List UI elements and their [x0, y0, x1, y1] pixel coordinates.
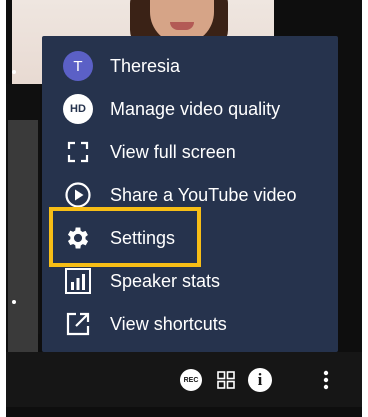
- menu-item-label: Speaker stats: [110, 271, 221, 291]
- filmstrip-edge: [8, 70, 38, 360]
- fullscreen-icon: [62, 136, 94, 168]
- menu-item-view-full-screen[interactable]: View full screen: [42, 130, 338, 173]
- external-link-icon: [62, 308, 94, 340]
- hd-icon: HD: [62, 93, 94, 125]
- more-options-button[interactable]: [314, 368, 338, 392]
- hd-badge: HD: [63, 94, 93, 124]
- tile-view-button[interactable]: [214, 368, 238, 392]
- settings-highlight-box: [49, 207, 201, 267]
- menu-item-label: Share a YouTube video: [110, 185, 297, 205]
- strip-dot: [12, 70, 16, 74]
- menu-item-participant[interactable]: T Theresia: [42, 44, 338, 87]
- menu-item-label: View full screen: [110, 142, 236, 162]
- record-button[interactable]: REC: [179, 368, 203, 392]
- menu-item-label: Manage video quality: [110, 99, 281, 119]
- grid-icon: [217, 371, 235, 389]
- record-icon: REC: [180, 369, 202, 391]
- menu-item-view-shortcuts[interactable]: View shortcuts: [42, 302, 338, 345]
- menu-item-label: Theresia: [110, 56, 181, 76]
- avatar: T: [62, 50, 94, 82]
- more-vertical-icon: [323, 370, 329, 390]
- menu-item-manage-video-quality[interactable]: HD Manage video quality: [42, 87, 338, 130]
- info-icon: i: [248, 368, 272, 392]
- info-button[interactable]: i: [248, 368, 272, 392]
- strip-dot: [12, 300, 16, 304]
- menu-item-label: View shortcuts: [110, 314, 227, 334]
- avatar-initial: T: [63, 51, 93, 81]
- bar-chart-icon: [62, 265, 94, 297]
- participant-context-menu: T Theresia HD Manage video quality View …: [42, 36, 338, 352]
- bottom-toolbar: REC i: [6, 352, 362, 407]
